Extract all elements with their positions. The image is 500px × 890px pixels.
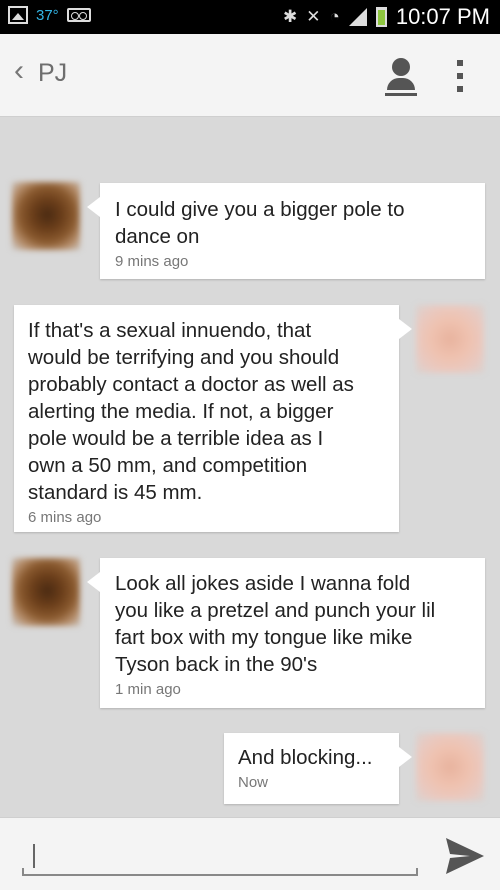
message-bubble-outgoing[interactable]: If that's a sexual innuendo, that would … xyxy=(14,305,412,532)
temperature-text: 37° xyxy=(36,6,59,24)
avatar-contact[interactable] xyxy=(12,558,80,626)
message-bubble-incoming[interactable]: Look all jokes aside I wanna fold you li… xyxy=(87,558,485,708)
voicemail-icon xyxy=(66,8,91,22)
picture-icon xyxy=(8,6,28,24)
message-input[interactable] xyxy=(24,840,420,876)
message-text: If that's a sexual innuendo, that would … xyxy=(28,319,354,504)
status-bar: 37° ✱ ✕ ◔ 10:07 PM xyxy=(0,0,500,34)
text-caret xyxy=(33,844,35,868)
battery-icon xyxy=(375,7,387,27)
avatar-self xyxy=(416,305,484,373)
message-text: Look all jokes aside I wanna fold you li… xyxy=(115,572,436,676)
wifi-icon: ◔ xyxy=(329,7,340,26)
avatar-self xyxy=(416,733,484,801)
message-time: 9 mins ago xyxy=(115,253,189,270)
message-time: 6 mins ago xyxy=(28,509,102,526)
send-button[interactable] xyxy=(444,836,486,876)
bluetooth-icon: ✱ xyxy=(283,7,298,26)
clock: 10:07 PM xyxy=(395,4,490,29)
message-time: Now xyxy=(238,774,269,791)
avatar-contact[interactable] xyxy=(12,182,80,250)
input-underline xyxy=(22,868,418,876)
contact-person-icon[interactable] xyxy=(383,56,419,96)
mute-icon: ✕ xyxy=(306,7,321,26)
message-bubble-incoming[interactable]: I could give you a bigger pole to dance … xyxy=(87,183,485,279)
overflow-menu-icon[interactable] xyxy=(453,56,467,96)
conversation-header: ‹ PJ xyxy=(0,34,500,117)
signal-icon xyxy=(348,8,367,26)
message-time: 1 min ago xyxy=(115,681,181,698)
compose-bar xyxy=(0,817,500,890)
message-text: And blocking... xyxy=(238,746,373,769)
contact-name[interactable]: PJ xyxy=(38,59,67,88)
message-text: I could give you a bigger pole to dance … xyxy=(115,198,405,248)
message-bubble-outgoing[interactable]: And blocking... Now xyxy=(224,733,412,804)
back-chevron-icon[interactable]: ‹ xyxy=(14,56,24,86)
send-icon xyxy=(446,838,484,874)
